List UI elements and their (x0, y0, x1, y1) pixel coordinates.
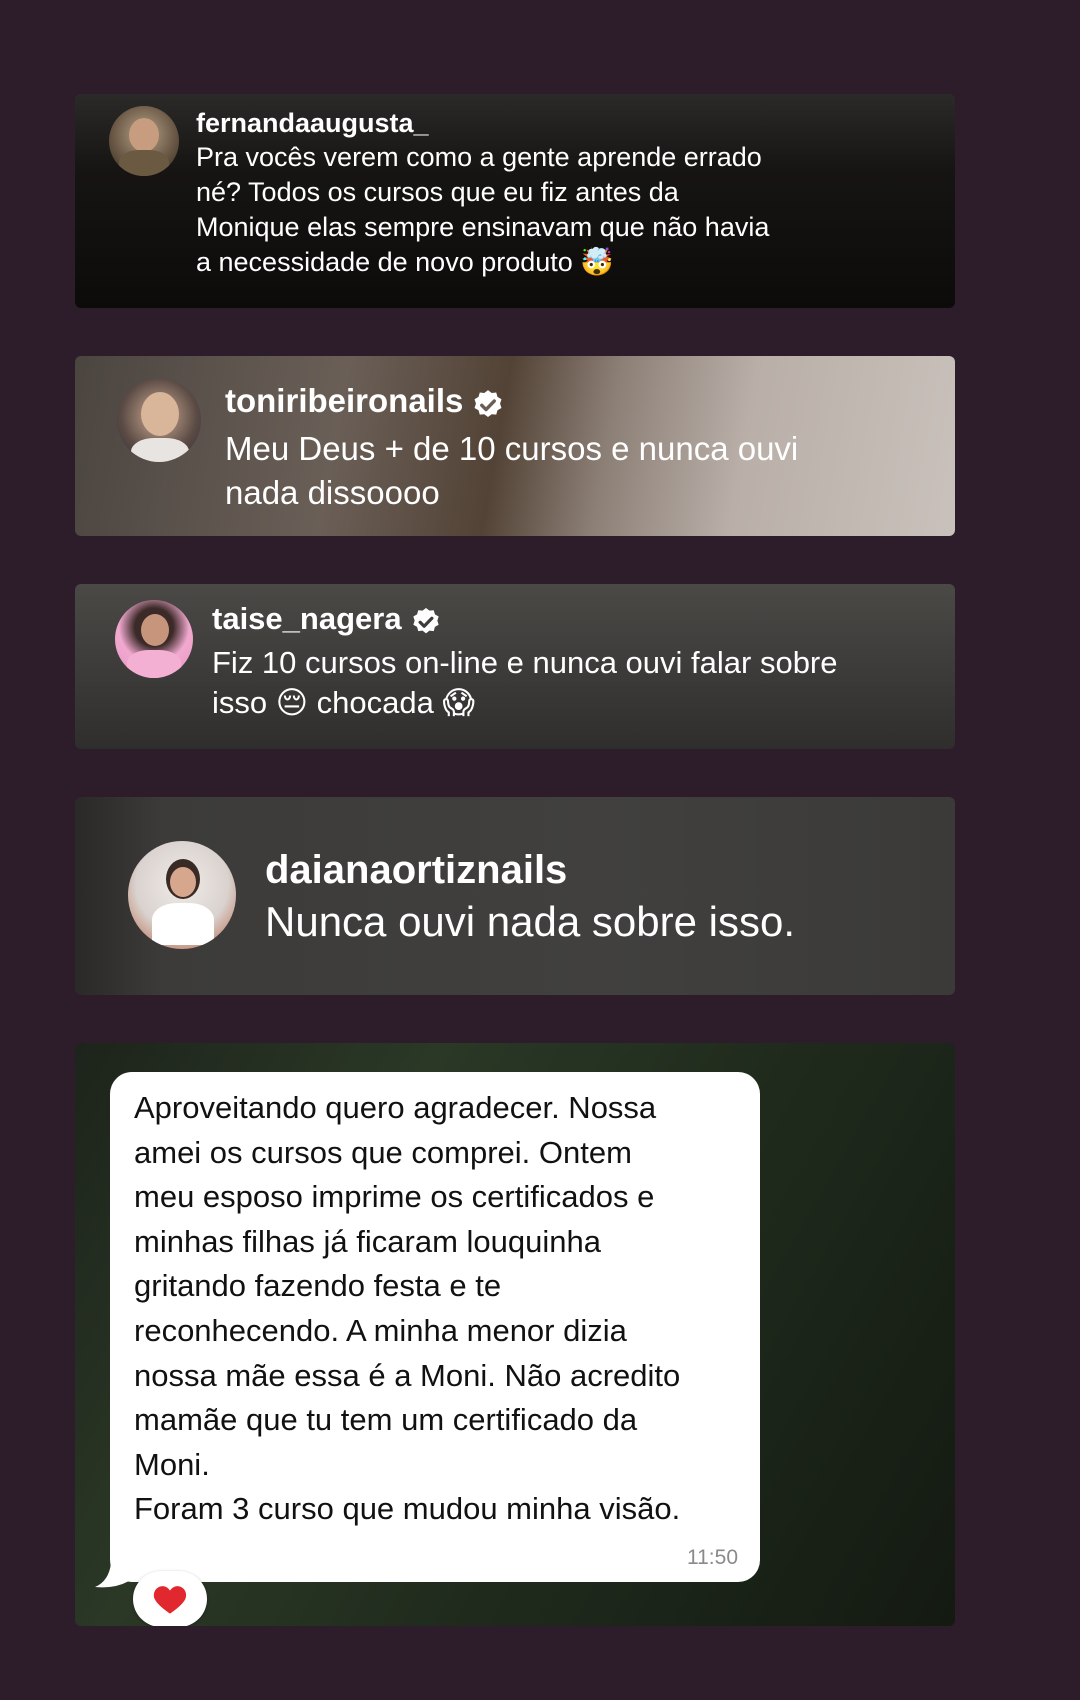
comment-text: Meu Deus + de 10 cursos e nunca ouvi nad… (225, 430, 799, 512)
comment-text: Nunca ouvi nada sobre isso. (265, 898, 795, 945)
comment-content: daianaortiznails Nunca ouvi nada sobre i… (265, 845, 795, 949)
verified-badge-icon (471, 388, 505, 427)
chat-screenshot: Aproveitando quero agradecer. Nossa amei… (75, 1043, 955, 1626)
comment-username[interactable]: daianaortiznails (265, 845, 567, 895)
avatar[interactable] (117, 378, 201, 462)
comment-content: toniribeironails Meu Deus + de 10 cursos… (225, 380, 798, 515)
heart-icon (153, 1586, 187, 1614)
avatar[interactable] (128, 841, 236, 949)
chat-bubble[interactable]: Aproveitando quero agradecer. Nossa amei… (110, 1072, 760, 1582)
comment-card: toniribeironails Meu Deus + de 10 cursos… (75, 356, 955, 536)
reaction-badge[interactable] (133, 1571, 207, 1626)
comment-username[interactable]: toniribeironails (225, 380, 463, 422)
comment-card: taise_nagera Fiz 10 cursos on-line e nun… (75, 584, 955, 749)
comment-card: daianaortiznails Nunca ouvi nada sobre i… (75, 797, 955, 995)
comment-content: fernandaaugusta_ Pra vocês verem como a … (196, 106, 769, 280)
chat-message-text: Aproveitando quero agradecer. Nossa amei… (134, 1090, 681, 1527)
comment-card: fernandaaugusta_ Pra vocês verem como a … (75, 94, 955, 308)
avatar[interactable] (109, 106, 179, 176)
comment-content: taise_nagera Fiz 10 cursos on-line e nun… (212, 600, 838, 723)
comment-text: Fiz 10 cursos on-line e nunca ouvi falar… (212, 645, 838, 721)
message-timestamp: 11:50 (687, 1546, 738, 1569)
comment-text: Pra vocês verem como a gente aprende err… (196, 142, 770, 277)
comment-username[interactable]: taise_nagera (212, 600, 402, 638)
comment-username[interactable]: fernandaaugusta_ (196, 106, 429, 140)
avatar[interactable] (115, 600, 193, 678)
verified-badge-icon (410, 606, 442, 643)
